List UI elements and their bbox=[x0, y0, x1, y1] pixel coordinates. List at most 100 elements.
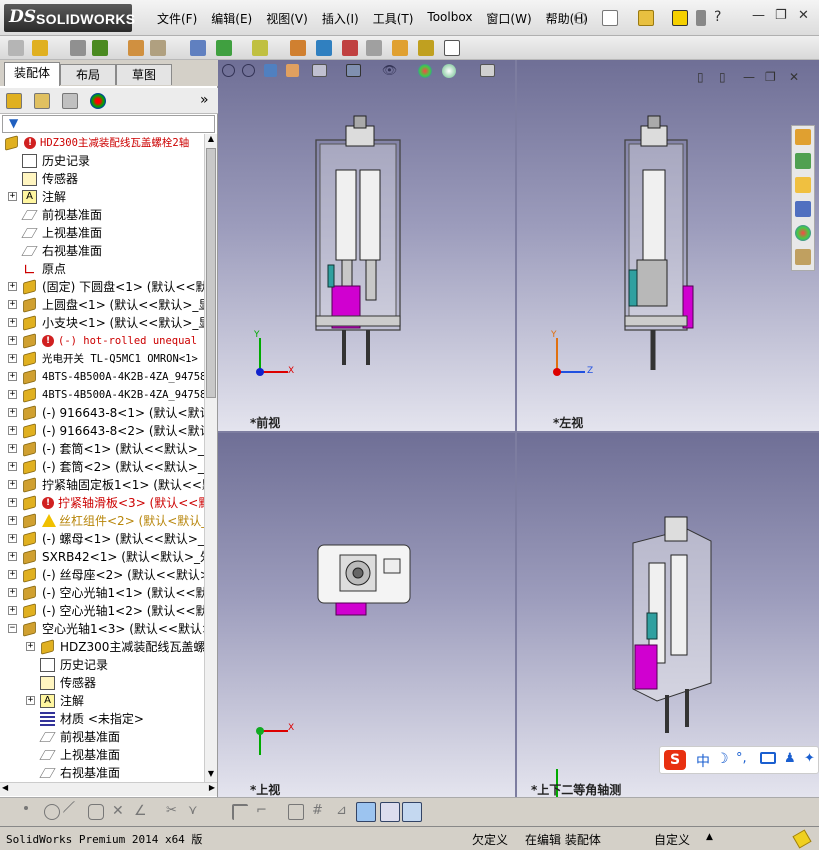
expand-toggle-icon[interactable]: + bbox=[8, 318, 17, 327]
tree-item[interactable]: +! 拧紧轴滑板<3> (默认<<默认 bbox=[0, 494, 204, 512]
tree-item[interactable]: +4BTS-4B500A-4K2B-4ZA_947589 bbox=[0, 368, 204, 386]
ime-toolbar[interactable]: S 中 ☽ °, ♟ ✦ bbox=[659, 746, 819, 774]
tree-item[interactable]: 历史记录 bbox=[0, 152, 204, 170]
tree-item[interactable]: + (-) 916643-8<1> (默认<默认 bbox=[0, 404, 204, 422]
expand-toggle-icon[interactable]: + bbox=[8, 426, 17, 435]
units-chevron-icon[interactable]: ▲ bbox=[706, 832, 713, 842]
expand-toggle-icon[interactable]: + bbox=[8, 570, 17, 579]
expand-toggle-icon[interactable]: + bbox=[8, 552, 17, 561]
appearances-icon[interactable] bbox=[795, 225, 811, 241]
smart-fastener-icon[interactable] bbox=[190, 40, 206, 56]
expand-toggle-icon[interactable]: + bbox=[8, 390, 17, 399]
status-units[interactable]: 自定义 bbox=[654, 831, 690, 848]
tab-layout[interactable]: 布局 bbox=[60, 64, 116, 85]
tree-item[interactable]: + 拧紧轴固定板1<1> (默认<<默认 bbox=[0, 476, 204, 494]
tab-sketch[interactable]: 草图 bbox=[116, 64, 172, 85]
tree-item[interactable]: 材质 <未指定> bbox=[0, 710, 204, 728]
mirror-icon[interactable]: ⋎ bbox=[188, 804, 204, 820]
tree-item[interactable]: + (-) 916643-8<2> (默认<默认 bbox=[0, 422, 204, 440]
scroll-left-icon[interactable]: ◀ bbox=[2, 783, 8, 792]
tree-item[interactable]: + (-) 套筒<1> (默认<<默认>_显 bbox=[0, 440, 204, 458]
move-component-icon[interactable] bbox=[216, 40, 232, 56]
expand-toggle-icon[interactable]: − bbox=[8, 624, 17, 633]
expand-toggle-icon[interactable]: + bbox=[26, 696, 35, 705]
expand-toggle-icon[interactable]: + bbox=[8, 282, 17, 291]
pattern-icon[interactable] bbox=[150, 40, 166, 56]
expand-toggle-icon[interactable]: + bbox=[8, 534, 17, 543]
solidworks-resources-icon[interactable] bbox=[795, 129, 811, 145]
expand-toggle-icon[interactable]: + bbox=[8, 480, 17, 489]
bracket-icon[interactable]: ⌐ bbox=[256, 804, 272, 820]
help-icon[interactable]: ? bbox=[714, 10, 730, 26]
ime-keyboard-icon[interactable] bbox=[760, 752, 776, 764]
ime-tools-icon[interactable]: ✦ bbox=[804, 751, 815, 766]
expand-toggle-icon[interactable]: + bbox=[8, 462, 17, 471]
scroll-down-icon[interactable]: ▼ bbox=[205, 769, 217, 782]
menu-edit[interactable]: 编辑(E) bbox=[204, 10, 259, 27]
expand-toggle-icon[interactable]: + bbox=[8, 498, 17, 507]
tree-item[interactable]: ! HDZ300主减装配线瓦盖螺栓2轴 bbox=[0, 134, 204, 152]
tree-item[interactable]: 上视基准面 bbox=[0, 224, 204, 242]
expand-panel-icon[interactable]: » bbox=[200, 92, 209, 108]
tree-item[interactable]: + (-) 空心光轴1<2> (默认<<默认 bbox=[0, 602, 204, 620]
open-folder-icon[interactable] bbox=[638, 10, 654, 26]
new-motion-icon[interactable] bbox=[342, 40, 358, 56]
close-icon[interactable]: ✕ bbox=[798, 8, 809, 23]
design-library-icon[interactable] bbox=[795, 153, 811, 169]
tree-item[interactable]: + A 注解 bbox=[0, 692, 204, 710]
expand-toggle-icon[interactable]: + bbox=[8, 354, 17, 363]
custom-properties-icon[interactable] bbox=[795, 249, 811, 265]
menu-file[interactable]: 文件(F) bbox=[150, 10, 204, 27]
ime-punctuation[interactable]: °, bbox=[736, 751, 747, 766]
filter-icon[interactable]: ▼ bbox=[9, 116, 18, 130]
polygon-icon[interactable] bbox=[88, 804, 104, 820]
tree-item[interactable]: +4BTS-4B500A-4K2B-4ZA_947589 bbox=[0, 386, 204, 404]
tree-item[interactable]: + 丝杠组件<2> (默认<默认_显 bbox=[0, 512, 204, 530]
tree-item[interactable]: − 空心光轴1<3> (默认<<默认>_显 bbox=[0, 620, 204, 638]
tree-item[interactable]: + (-) 空心光轴1<1> (默认<<默认 bbox=[0, 584, 204, 602]
isometric-view-model[interactable] bbox=[517, 433, 819, 797]
bom-icon[interactable] bbox=[366, 40, 382, 56]
menu-view[interactable]: 视图(V) bbox=[259, 10, 315, 27]
viewport-left[interactable]: ▯ ▯ — ❐ ✕ Y Z *左视 bbox=[517, 60, 819, 431]
explode-line-icon[interactable] bbox=[418, 40, 434, 56]
tree-item[interactable]: 传感器 bbox=[0, 674, 204, 692]
menu-insert[interactable]: 插入(I) bbox=[315, 10, 366, 27]
scroll-up-icon[interactable]: ▲ bbox=[205, 134, 217, 147]
reference-geometry-icon[interactable] bbox=[316, 40, 332, 56]
expand-toggle-icon[interactable]: + bbox=[8, 408, 17, 417]
minimize-icon[interactable]: — bbox=[752, 8, 765, 23]
ime-mode-chinese[interactable]: 中 bbox=[696, 751, 710, 771]
expand-toggle-icon[interactable]: + bbox=[8, 606, 17, 615]
tree-item[interactable]: + A 注解 bbox=[0, 188, 204, 206]
expand-toggle-icon[interactable]: + bbox=[8, 516, 17, 525]
new-document-icon[interactable] bbox=[602, 10, 618, 26]
tree-item[interactable]: 前视基准面 bbox=[0, 728, 204, 746]
restore-icon[interactable]: ❐ bbox=[775, 8, 787, 23]
ime-user-icon[interactable]: ♟ bbox=[784, 751, 796, 766]
grid-icon[interactable]: # bbox=[312, 804, 328, 820]
part-icon[interactable] bbox=[8, 40, 24, 56]
line-icon[interactable] bbox=[62, 800, 86, 824]
tree-vertical-scrollbar[interactable]: ▲ ▼ bbox=[204, 134, 217, 782]
tree-item[interactable]: 原点 bbox=[0, 260, 204, 278]
expand-toggle-icon[interactable]: + bbox=[8, 300, 17, 309]
expand-toggle-icon[interactable]: + bbox=[26, 642, 35, 651]
file-explorer-icon[interactable] bbox=[795, 177, 811, 193]
tree-item[interactable]: 右视基准面 bbox=[0, 242, 204, 260]
tree-item[interactable]: + 小支块<1> (默认<<默认>_显 bbox=[0, 314, 204, 332]
expand-toggle-icon[interactable]: + bbox=[8, 192, 17, 201]
expand-toggle-icon[interactable]: + bbox=[8, 372, 17, 381]
viewport-top[interactable]: X *上视 bbox=[218, 433, 515, 797]
relation-icon[interactable]: ⊿ bbox=[336, 804, 352, 820]
expand-toggle-icon[interactable]: + bbox=[8, 336, 17, 345]
cross-icon[interactable]: ✕ bbox=[112, 804, 128, 820]
tree-item[interactable]: 上视基准面 bbox=[0, 746, 204, 764]
tree-item[interactable]: + (固定) 下圆盘<1> (默认<<默 bbox=[0, 278, 204, 296]
corner-icon[interactable] bbox=[232, 804, 248, 820]
tree-item[interactable]: 右视基准面 bbox=[0, 764, 204, 782]
tree-item[interactable]: 传感器 bbox=[0, 170, 204, 188]
display-manager-icon[interactable] bbox=[90, 93, 106, 109]
menu-toolbox[interactable]: Toolbox bbox=[420, 10, 479, 27]
property-manager-icon[interactable] bbox=[34, 93, 50, 109]
